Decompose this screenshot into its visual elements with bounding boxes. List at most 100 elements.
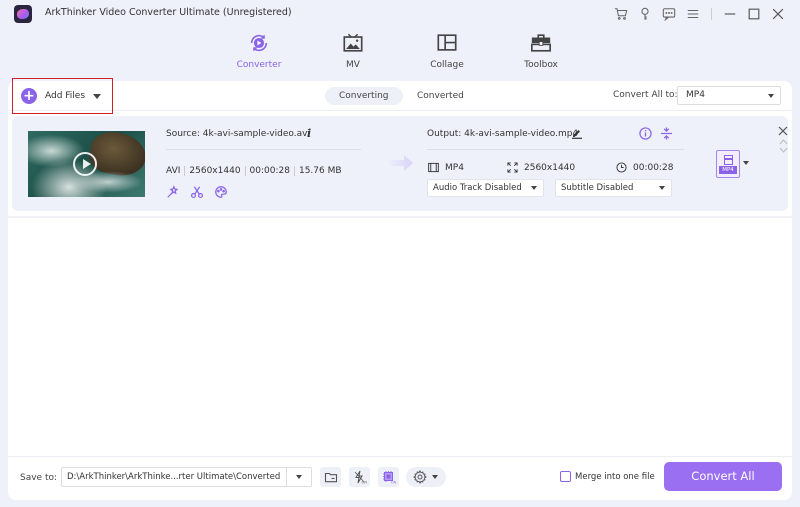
settings-button[interactable] xyxy=(406,467,446,487)
subtitle-value: Subtitle Disabled xyxy=(561,183,634,193)
output-format-value: MP4 xyxy=(445,162,464,173)
cut-icon[interactable] xyxy=(190,185,204,199)
gpu-chip-icon: ON xyxy=(382,471,396,485)
main-nav: Converter MV Collage Toolbox xyxy=(0,32,800,74)
open-folder-button[interactable] xyxy=(320,467,341,487)
title-bar: ArkThinker Video Converter Ultimate (Unr… xyxy=(0,0,800,28)
cart-icon[interactable] xyxy=(609,5,633,23)
converter-toolbar: + Add Files Converting Converted Convert… xyxy=(8,78,792,114)
output-info-icon[interactable] xyxy=(639,127,652,140)
mv-icon xyxy=(343,33,363,52)
nav-label: Converter xyxy=(236,60,282,70)
edit-tools xyxy=(166,185,228,199)
file-item: Source: 4k-avi-sample-video.avi i AVI 25… xyxy=(12,116,788,211)
convert-all-to-label: Convert All to: xyxy=(613,90,678,100)
resize-icon xyxy=(507,162,518,173)
collage-icon xyxy=(437,34,457,51)
chevron-down-icon xyxy=(768,94,774,98)
tab-converted[interactable]: Converted xyxy=(403,87,478,105)
format-badge-label: MP4 xyxy=(719,166,737,174)
toolbox-icon xyxy=(531,34,551,52)
output-resolution: 2560x1440 xyxy=(507,162,575,173)
nav-converter[interactable]: Converter xyxy=(224,32,294,70)
edit-name-icon[interactable] xyxy=(571,127,583,139)
merge-checkbox[interactable] xyxy=(560,471,571,482)
move-up-icon[interactable] xyxy=(779,139,788,145)
output-format-badge[interactable]: MP4 xyxy=(716,150,740,178)
audio-track-value: Audio Track Disabled xyxy=(433,183,522,193)
output-duration-value: 00:00:28 xyxy=(633,162,674,173)
chevron-down-icon xyxy=(659,186,665,190)
converter-icon xyxy=(250,34,268,52)
output-format: MP4 xyxy=(428,162,464,173)
source-meta: AVI 2560x1440 00:00:28 15.76 MB xyxy=(166,166,342,176)
save-to-label: Save to: xyxy=(20,473,58,483)
output-filename: Output: 4k-avi-sample-video.mp4 xyxy=(427,129,579,139)
divider xyxy=(427,149,684,150)
video-thumbnail[interactable] xyxy=(28,131,145,197)
chevron-down-icon xyxy=(432,475,438,479)
minimize-icon[interactable] xyxy=(718,5,742,23)
chevron-down-icon[interactable] xyxy=(93,93,102,99)
convert-all-format-value: MP4 xyxy=(686,90,705,100)
add-files-button[interactable]: + Add Files xyxy=(12,78,113,114)
format-dropdown-icon[interactable] xyxy=(743,161,749,165)
compress-icon[interactable] xyxy=(660,127,673,140)
nav-toolbox[interactable]: Toolbox xyxy=(506,32,576,70)
chevron-down-icon xyxy=(531,186,537,190)
play-icon[interactable] xyxy=(73,152,97,176)
gpu-acceleration-button[interactable]: ON xyxy=(378,467,399,487)
source-duration: 00:00:28 xyxy=(249,166,290,176)
nav-label: Collage xyxy=(430,60,464,70)
svg-text:OFF: OFF xyxy=(361,481,367,485)
converter-panel: + Add Files Converting Converted Convert… xyxy=(8,78,792,500)
chevron-down-icon[interactable] xyxy=(296,475,302,479)
film-icon xyxy=(428,162,439,173)
remove-file-icon[interactable] xyxy=(778,126,788,136)
source-size: 15.76 MB xyxy=(298,166,342,176)
nav-collage[interactable]: Collage xyxy=(412,32,482,70)
convert-all-format-select[interactable]: MP4 xyxy=(677,86,781,105)
hardware-acceleration-button[interactable]: OFF xyxy=(349,467,370,487)
merge-label: Merge into one file xyxy=(575,472,655,482)
arrow-right-icon xyxy=(388,155,413,171)
source-resolution: 2560x1440 xyxy=(189,166,241,176)
tab-converting[interactable]: Converting xyxy=(325,87,403,105)
menu-icon[interactable] xyxy=(681,5,705,23)
nav-mv[interactable]: MV xyxy=(318,32,388,70)
save-path-value: D:\ArkThinker\ArkThinke...rter Ultimate\… xyxy=(67,472,281,482)
nav-label: MV xyxy=(346,60,360,70)
bottom-bar: Save to: D:\ArkThinker\ArkThinke...rter … xyxy=(8,456,792,500)
film-icon xyxy=(724,155,733,165)
output-resolution-value: 2560x1440 xyxy=(524,162,576,173)
divider xyxy=(166,149,361,150)
chat-icon[interactable] xyxy=(657,5,681,23)
close-icon[interactable] xyxy=(766,5,790,23)
window-controls xyxy=(609,5,790,23)
palette-icon[interactable] xyxy=(214,185,228,199)
app-title: ArkThinker Video Converter Ultimate (Unr… xyxy=(45,7,292,18)
lightning-off-icon: OFF xyxy=(354,470,367,485)
enhance-icon[interactable] xyxy=(166,185,180,199)
save-path-select[interactable]: D:\ArkThinker\ArkThinke...rter Ultimate\… xyxy=(61,467,312,487)
folder-icon xyxy=(324,472,337,483)
convert-all-button[interactable]: Convert All xyxy=(664,462,782,491)
plus-icon: + xyxy=(21,88,37,104)
svg-text:ON: ON xyxy=(391,481,396,485)
nav-label: Toolbox xyxy=(524,60,558,70)
list-divider xyxy=(8,216,792,218)
output-duration: 00:00:28 xyxy=(616,162,673,173)
subtitle-select[interactable]: Subtitle Disabled xyxy=(555,179,672,197)
audio-track-select[interactable]: Audio Track Disabled xyxy=(427,179,544,197)
maximize-icon[interactable] xyxy=(742,5,766,23)
clock-icon xyxy=(616,162,627,173)
source-filename: Source: 4k-avi-sample-video.avi xyxy=(166,129,310,139)
key-icon[interactable] xyxy=(633,5,657,23)
move-down-icon[interactable] xyxy=(779,147,788,153)
add-files-label: Add Files xyxy=(45,91,86,101)
info-icon[interactable]: i xyxy=(307,127,311,140)
source-format: AVI xyxy=(166,166,181,176)
titlebar-separator xyxy=(711,8,712,20)
gear-icon xyxy=(413,470,427,484)
app-logo xyxy=(14,5,32,23)
